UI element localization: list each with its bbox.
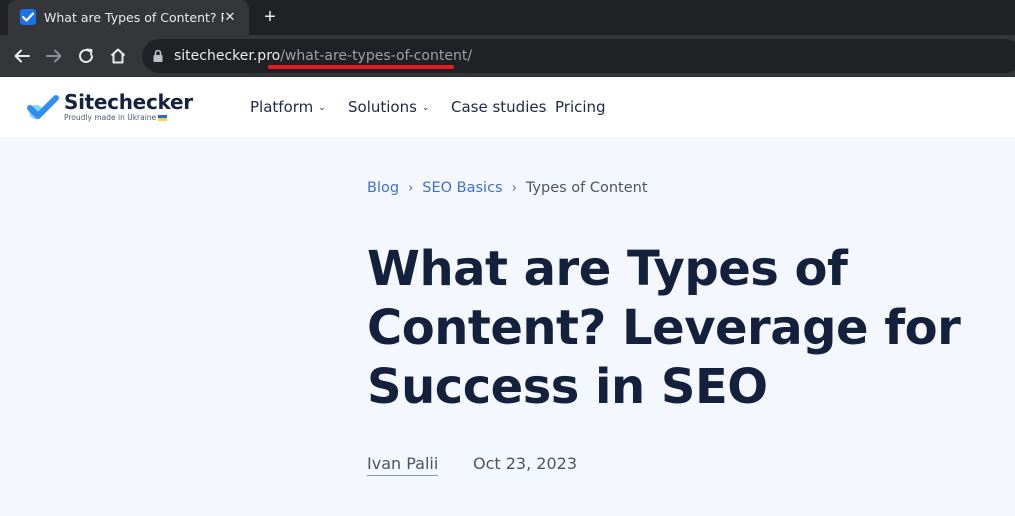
chevron-down-icon: ⌄ [318,103,326,113]
publish-date: Oct 23, 2023 [473,454,577,473]
tab-title: What are Types of Content? Popular Types [44,10,224,25]
logo-check-icon[interactable] [27,95,59,121]
nav-pricing[interactable]: Pricing [555,98,606,116]
browser-toolbar: sitechecker.pro/what-are-types-of-conten… [0,35,1015,77]
nav-solutions[interactable]: Solutions ⌄ [348,98,429,116]
logo-tagline: Proudly made in Ukraine [64,113,168,122]
author-link[interactable]: Ivan Palii [367,454,439,476]
breadcrumb-separator: › [408,181,414,196]
url-highlight-underline [268,65,454,69]
breadcrumb-current: Types of Content [525,180,648,196]
home-icon[interactable] [106,44,130,68]
breadcrumb-separator: › [511,181,517,196]
browser-tabstrip: What are Types of Content? Popular Types… [0,0,1015,35]
reload-icon[interactable] [74,44,98,68]
url-domain: sitechecker.pro [174,48,281,64]
nav-platform[interactable]: Platform ⌄ [250,98,326,116]
breadcrumb: Blog › SEO Basics › Types of Content [367,180,648,196]
breadcrumb-blog[interactable]: Blog [367,180,399,196]
favicon-icon [20,9,36,25]
forward-icon[interactable] [42,44,66,68]
plus-icon[interactable]: + [258,5,282,29]
logo-name[interactable]: Sitechecker [64,90,193,114]
title-line: Success in SEO [367,359,768,415]
back-icon[interactable] [10,44,34,68]
site-header: Sitechecker Proudly made in Ukraine Plat… [0,77,1015,137]
breadcrumb-seo-basics[interactable]: SEO Basics [422,180,502,196]
nav-case-studies[interactable]: Case studies [451,98,546,116]
title-line: Content? Leverage for [367,300,961,356]
browser-tab[interactable]: What are Types of Content? Popular Types… [8,0,249,35]
lock-icon[interactable] [152,49,164,63]
title-line: What are Types of [367,241,848,297]
ukraine-flag-icon [158,115,168,121]
chevron-down-icon: ⌄ [421,103,430,113]
url-text[interactable]: sitechecker.pro/what-are-types-of-conten… [174,48,472,64]
page-title: What are Types of Content? Leverage for … [367,240,967,417]
url-path: /what-are-types-of-content/ [280,48,473,64]
close-icon[interactable]: ✕ [221,8,239,26]
